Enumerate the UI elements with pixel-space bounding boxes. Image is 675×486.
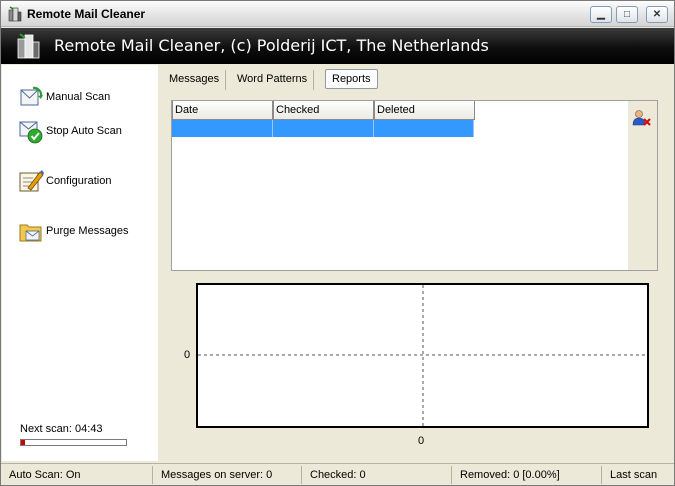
- sidebar-item-configuration[interactable]: Configuration: [18, 167, 111, 195]
- status-messages-on-server: Messages on server: 0: [153, 466, 302, 484]
- tab-reports[interactable]: Reports: [325, 69, 378, 89]
- manual-scan-icon: [20, 86, 43, 106]
- graph-canvas: [198, 285, 647, 426]
- maximize-button[interactable]: □: [616, 6, 638, 23]
- table-cell: [374, 120, 474, 137]
- banner-title: Remote Mail Cleaner, (c) Polderij ICT, T…: [54, 36, 489, 55]
- sidebar-item-stop-auto-scan[interactable]: Stop Auto Scan: [18, 117, 122, 145]
- reports-table[interactable]: Date Checked Deleted: [171, 100, 658, 271]
- configuration-icon: [19, 170, 44, 192]
- sidebar: Manual Scan Stop Auto Scan Configuration: [2, 65, 158, 461]
- sidebar-item-manual-scan[interactable]: Manual Scan: [18, 83, 110, 111]
- next-scan-progress-fill: [21, 440, 26, 445]
- status-bar: Auto Scan: On Messages on server: 0 Chec…: [1, 463, 674, 485]
- window-title: Remote Mail Cleaner: [27, 7, 146, 21]
- status-last-scan: Last scan: [610, 469, 658, 481]
- next-scan-label: Next scan: 04:43: [20, 423, 103, 435]
- column-header-date[interactable]: Date: [172, 101, 273, 120]
- minimize-button[interactable]: ▁: [590, 6, 612, 23]
- close-button[interactable]: ✕: [646, 6, 668, 23]
- header-banner: Remote Mail Cleaner, (c) Polderij ICT, T…: [1, 28, 674, 64]
- x-axis-label: 0: [418, 435, 425, 447]
- status-auto-scan: Auto Scan: On: [1, 466, 153, 484]
- y-axis-label: 0: [184, 349, 191, 361]
- main-window: Remote Mail Cleaner ▁ □ ✕ Remote Mail Cl…: [0, 0, 675, 486]
- table-side-toolbar: [628, 101, 657, 270]
- tab-messages[interactable]: Messages: [163, 70, 227, 90]
- table-row[interactable]: [172, 120, 474, 137]
- sidebar-item-label: Configuration: [46, 175, 112, 187]
- app-icon: [8, 6, 22, 22]
- tab-word-patterns[interactable]: Word Patterns: [231, 70, 315, 90]
- next-scan-progress: [20, 439, 127, 446]
- purge-messages-icon: [19, 224, 42, 242]
- sidebar-item-label: Purge Messages: [46, 225, 129, 237]
- stop-auto-scan-icon: [19, 121, 43, 144]
- report-graph: [196, 283, 649, 428]
- status-removed: Removed: 0 [0.00%]: [452, 466, 602, 484]
- table-cell: [172, 120, 273, 137]
- table-cell: [273, 120, 374, 137]
- sidebar-item-label: Manual Scan: [46, 91, 111, 103]
- column-header-checked[interactable]: Checked: [273, 101, 374, 120]
- server-icon: [17, 33, 40, 59]
- sidebar-item-purge-messages[interactable]: Purge Messages: [18, 217, 129, 245]
- sidebar-item-label: Stop Auto Scan: [46, 125, 122, 137]
- column-header-deleted[interactable]: Deleted: [374, 101, 475, 120]
- status-checked: Checked: 0: [302, 466, 452, 484]
- delete-user-icon[interactable]: [632, 109, 652, 127]
- title-bar[interactable]: Remote Mail Cleaner ▁ □ ✕: [1, 1, 674, 27]
